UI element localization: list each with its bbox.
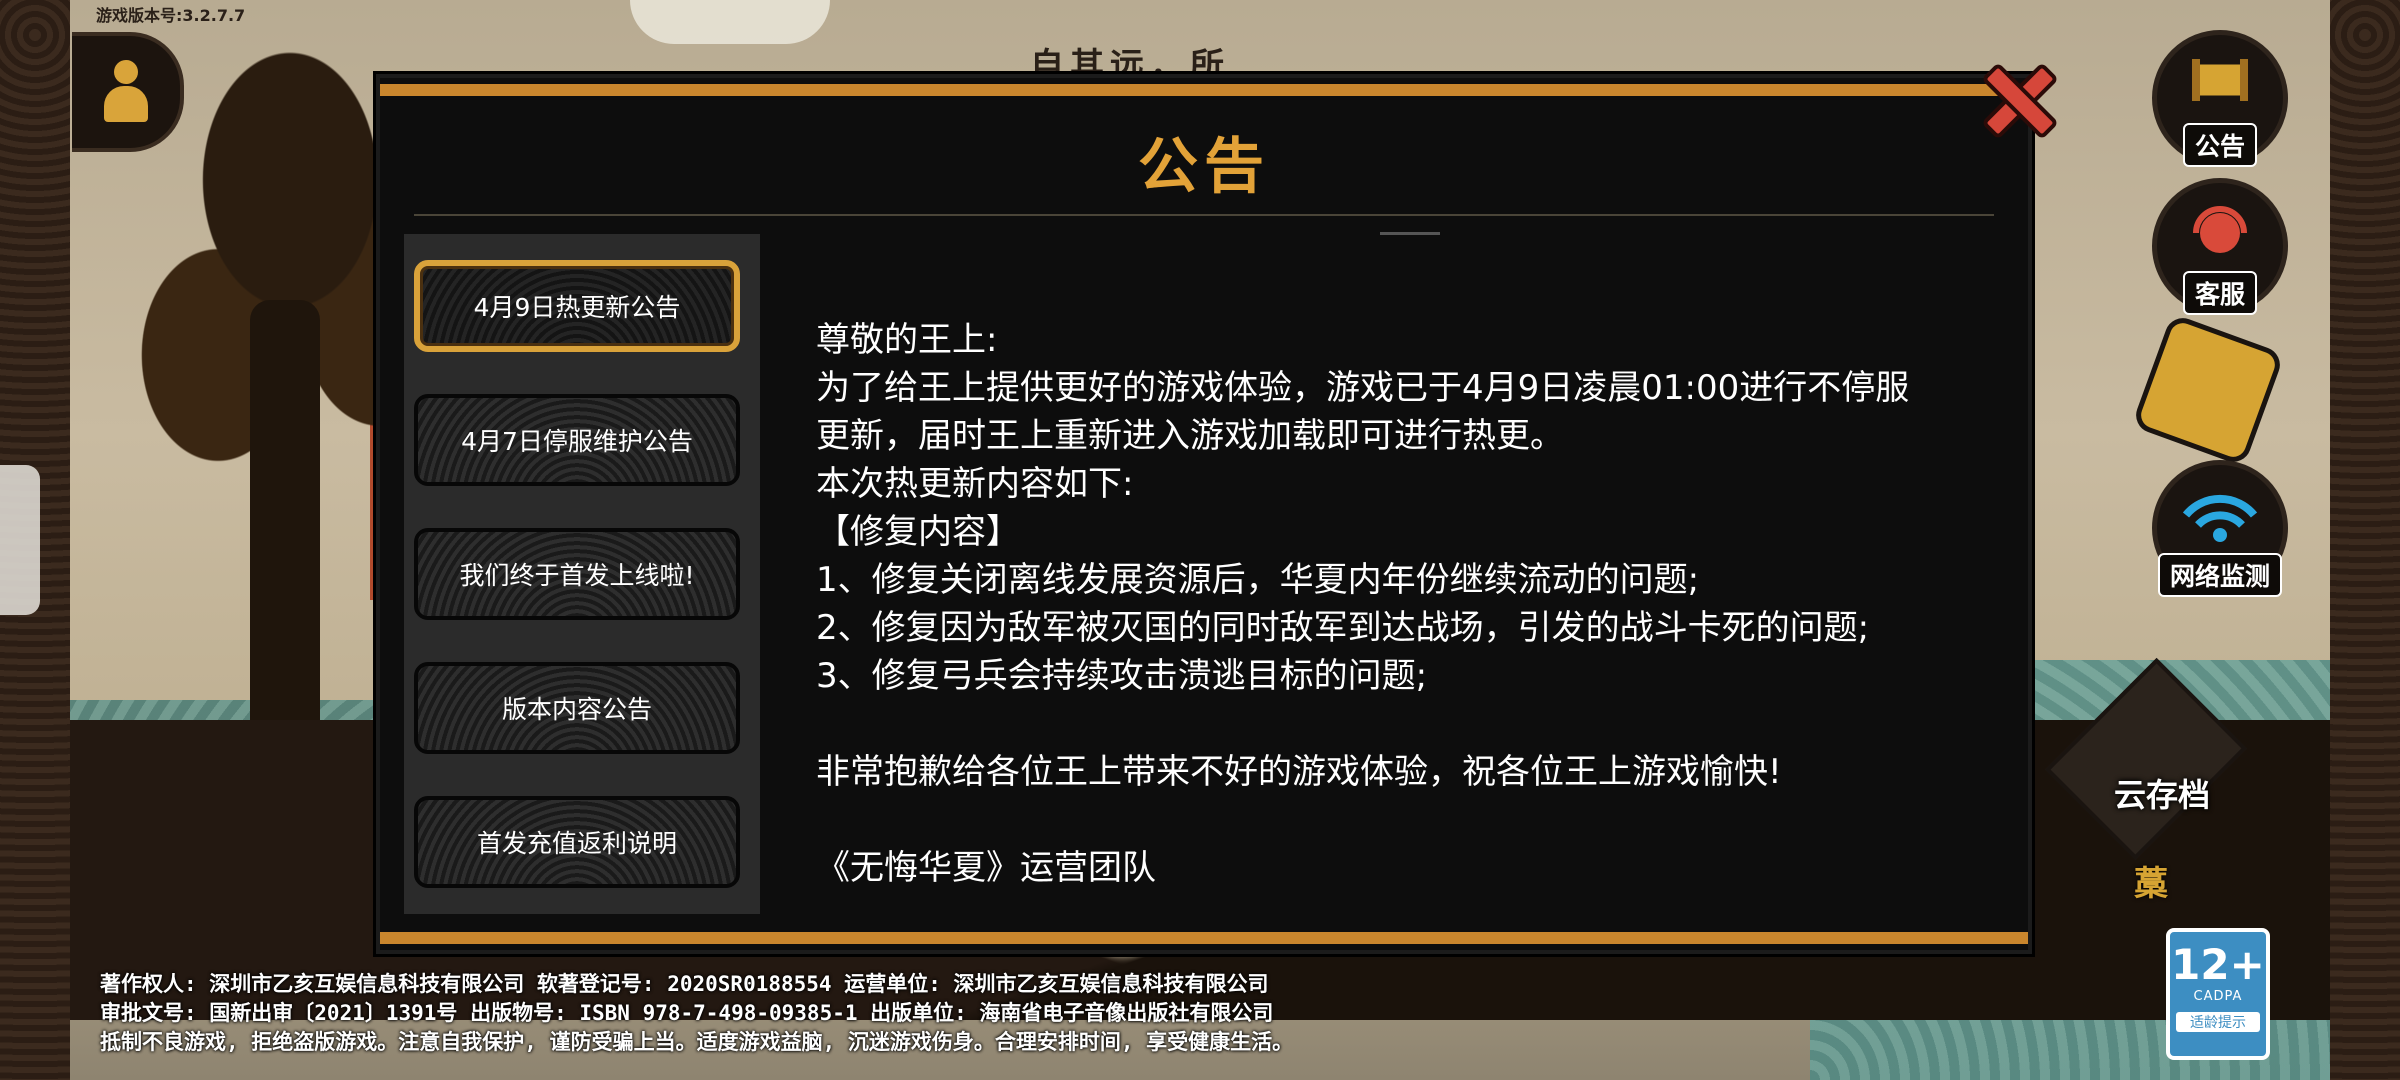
- dialog-title: 公告: [1138, 132, 1270, 202]
- announcement-button[interactable]: 公告: [2152, 30, 2288, 167]
- footer-line: 著作权人: 深圳市乙亥互娱信息科技有限公司 软著登记号: 2020SR01885…: [100, 972, 1269, 996]
- customer-service-label: 客服: [2182, 271, 2257, 315]
- tab-announcement-0407[interactable]: 4月7日停服维护公告: [414, 394, 740, 486]
- announcement-dialog: 公告 4月9日热更新公告 4月7日停服维护公告 我们终于首发上线啦! 版本内容公…: [376, 74, 2032, 954]
- scroll-icon: [2192, 59, 2248, 101]
- customer-service-button[interactable]: 客服: [2152, 178, 2288, 315]
- tab-announcement-0409[interactable]: 4月9日热更新公告: [414, 260, 740, 352]
- cloud-save-label: 云存档: [2113, 776, 2210, 814]
- footer-line: 抵制不良游戏, 拒绝盗版游戏。注意自我保护, 谨防受骗上当。适度游戏益脑, 沉迷…: [100, 1030, 1294, 1054]
- content-gap: [816, 796, 1996, 844]
- content-line: 更新，届时王上重新进入游戏加载即可进行热更。: [816, 416, 1564, 456]
- tab-label: 4月7日停服维护公告: [461, 427, 693, 456]
- cloud-save-sublabel: 藁: [2134, 864, 2168, 904]
- content-signature: 《无悔华夏》运营团队: [816, 848, 1156, 888]
- content-line: 本次热更新内容如下:: [816, 464, 1134, 504]
- headset-icon: [2193, 206, 2247, 253]
- content-line: 为了给王上提供更好的游戏体验，游戏已于4月9日凌晨01:00进行不停服: [816, 368, 1910, 408]
- content-line: 3、修复弓兵会持续攻击溃逃目标的问题;: [816, 656, 1428, 696]
- content-line: 2、修复因为敌军被灭国的同时敌军到达战场，引发的战斗卡死的问题;: [816, 608, 1870, 648]
- announcement-label: 公告: [2182, 123, 2257, 167]
- edge-handle[interactable]: [0, 465, 40, 615]
- announcement-tab-list: 4月9日热更新公告 4月7日停服维护公告 我们终于首发上线啦! 版本内容公告 首…: [404, 234, 760, 914]
- content-line: 尊敬的王上:: [816, 320, 998, 360]
- copyright-footer: 著作权人: 深圳市乙亥互娱信息科技有限公司 软著登记号: 2020SR01885…: [100, 970, 1700, 1057]
- avatar-button[interactable]: [72, 32, 184, 152]
- user-icon: [104, 60, 148, 124]
- content-line: 1、修复关闭离线发展资源后，华夏内年份继续流动的问题;: [816, 560, 1700, 600]
- age-rating-badge[interactable]: 12+ CADPA 适龄提示: [2166, 928, 2270, 1060]
- version-label: 游戏版本号:3.2.7.7: [96, 6, 246, 25]
- content-gap: [816, 700, 1996, 748]
- network-monitor-label: 网络监测: [2157, 553, 2282, 597]
- tab-recharge-rebate[interactable]: 首发充值返利说明: [414, 796, 740, 888]
- age-rating-number: 12+: [2171, 940, 2265, 989]
- footer-line: 审批文号: 国新出审〔2021〕1391号 出版物号: ISBN 978-7-4…: [100, 1001, 1274, 1025]
- tab-version-content[interactable]: 版本内容公告: [414, 662, 740, 754]
- announcement-content: 尊敬的王上: 为了给王上提供更好的游戏体验，游戏已于4月9日凌晨01:00进行不…: [816, 316, 1996, 892]
- content-line: 【修复内容】: [816, 512, 1020, 552]
- content-line: 非常抱歉给各位王上带来不好的游戏体验，祝各位王上游戏愉快!: [816, 752, 1782, 792]
- age-rating-tip: 适龄提示: [2176, 1012, 2260, 1032]
- network-monitor-button[interactable]: 网络监测: [2152, 460, 2288, 597]
- content-scroll-marker: [1380, 218, 1440, 235]
- title-divider: [414, 214, 1994, 216]
- tab-label: 版本内容公告: [501, 695, 652, 724]
- tab-launch-announcement[interactable]: 我们终于首发上线啦!: [414, 528, 740, 620]
- decorative-frame-right: [2330, 0, 2400, 1080]
- age-rating-org: CADPA: [2193, 989, 2243, 1004]
- cloud-decoration: [630, 0, 830, 44]
- tab-label: 我们终于首发上线啦!: [459, 561, 695, 590]
- tab-label: 4月9日热更新公告: [473, 293, 681, 322]
- tab-label: 首发充值返利说明: [476, 829, 677, 858]
- close-icon[interactable]: [1980, 62, 2050, 132]
- wifi-icon: [2182, 495, 2258, 542]
